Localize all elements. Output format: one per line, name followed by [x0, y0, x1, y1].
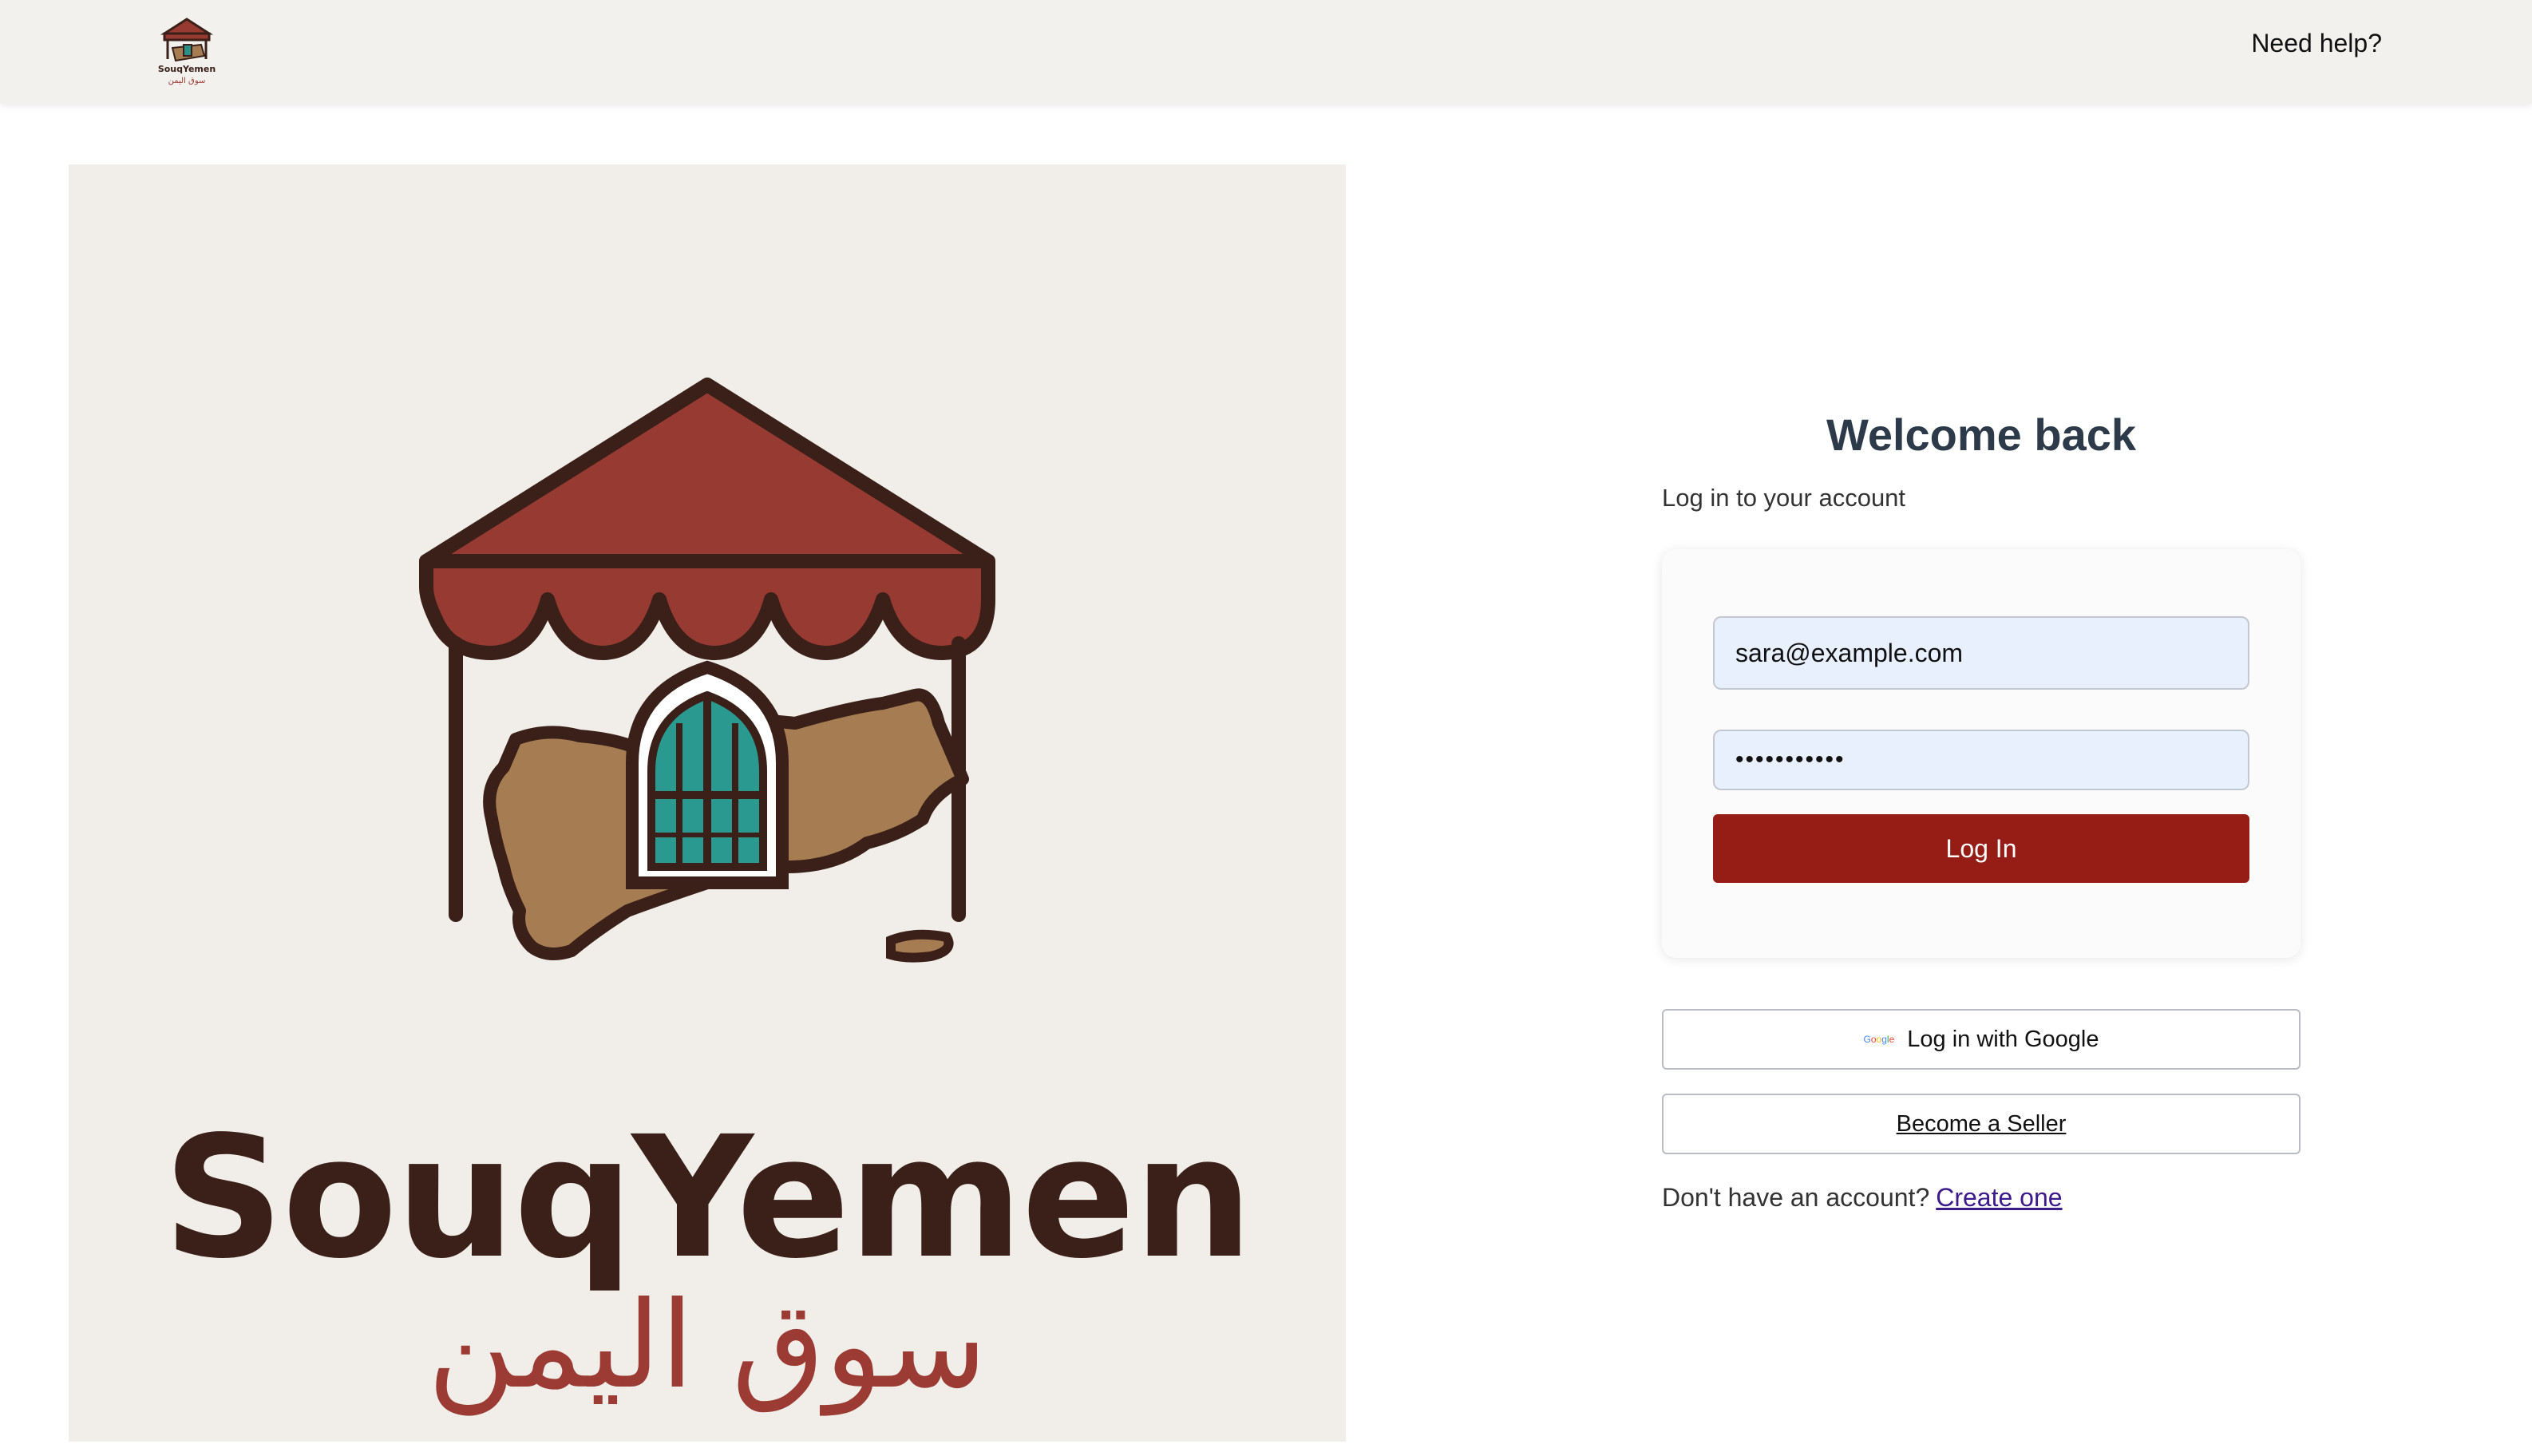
- svg-text:SouqYemen: SouqYemen: [158, 64, 216, 74]
- login-card: Log In: [1662, 549, 2301, 958]
- souq-tent-illustration: [419, 378, 995, 963]
- souqyemen-logo[interactable]: SouqYemen سوق اليمن: [152, 13, 222, 91]
- svg-text:سوق اليمن: سوق اليمن: [168, 77, 206, 85]
- become-seller-button[interactable]: Become a Seller: [1662, 1094, 2301, 1154]
- email-field[interactable]: [1713, 616, 2249, 690]
- page-subtitle: Log in to your account: [1662, 484, 1906, 512]
- google-login-button[interactable]: Google Log in with Google: [1662, 1009, 2301, 1070]
- hero-arabic-name: سوق اليمن: [427, 1276, 987, 1415]
- google-login-label: Log in with Google: [1907, 1026, 2099, 1052]
- need-help-link[interactable]: Need help?: [2251, 27, 2382, 59]
- google-icon: Google: [1863, 1034, 1895, 1045]
- top-header: SouqYemen سوق اليمن Need help?: [0, 0, 2532, 104]
- hero-brand-image: SouqYemen سوق اليمن: [69, 164, 1346, 1442]
- password-field[interactable]: [1713, 730, 2249, 790]
- page-title: Welcome back: [1826, 410, 2137, 460]
- hero-wordmark: SouqYemen: [163, 1100, 1252, 1296]
- signup-prompt-text: Don't have an account?: [1662, 1183, 1930, 1212]
- login-button[interactable]: Log In: [1713, 814, 2249, 883]
- become-seller-label: Become a Seller: [1896, 1110, 2067, 1137]
- create-account-link[interactable]: Create one: [1936, 1183, 2062, 1212]
- signup-prompt: Don't have an account? Create one: [1662, 1181, 2063, 1213]
